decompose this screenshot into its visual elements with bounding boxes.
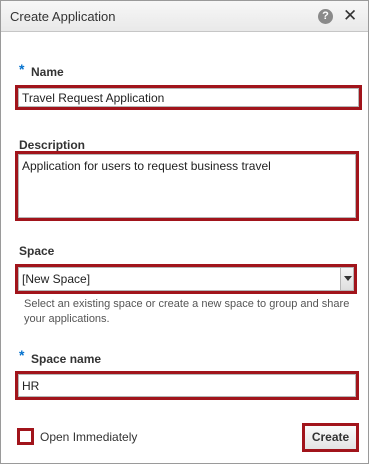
open-immediately-label[interactable]: Open Immediately	[40, 430, 137, 444]
space-name-value: HR	[22, 379, 40, 393]
space-help-text: Select an existing space or create a new…	[24, 298, 350, 325]
description-label: Description	[19, 138, 86, 152]
required-marker: *	[19, 347, 25, 363]
dialog-title: Create Application	[10, 9, 116, 24]
dialog-titlebar: Create Application ? ✕	[1, 1, 368, 32]
space-label: Space	[19, 244, 55, 258]
name-field[interactable]: Travel Request Application	[15, 85, 362, 110]
space-selected-value: [New Space]	[22, 272, 91, 286]
open-immediately-checkbox[interactable]	[17, 428, 34, 445]
name-value: Travel Request Application	[22, 91, 165, 105]
space-name-label: Space name	[31, 352, 102, 366]
required-marker: *	[19, 61, 25, 77]
create-application-dialog: Create Application ? ✕ * Name Travel Req…	[0, 0, 369, 464]
help-icon[interactable]: ?	[318, 9, 333, 24]
description-value: Application for users to request busines…	[22, 159, 271, 173]
name-label: Name	[31, 65, 64, 79]
space-name-field[interactable]: HR	[15, 371, 359, 400]
create-button[interactable]: Create	[302, 423, 359, 452]
description-field[interactable]: Application for users to request busines…	[15, 151, 359, 221]
chevron-down-icon[interactable]	[340, 268, 353, 290]
close-icon[interactable]: ✕	[343, 7, 357, 25]
space-select[interactable]: [New Space]	[15, 264, 357, 294]
